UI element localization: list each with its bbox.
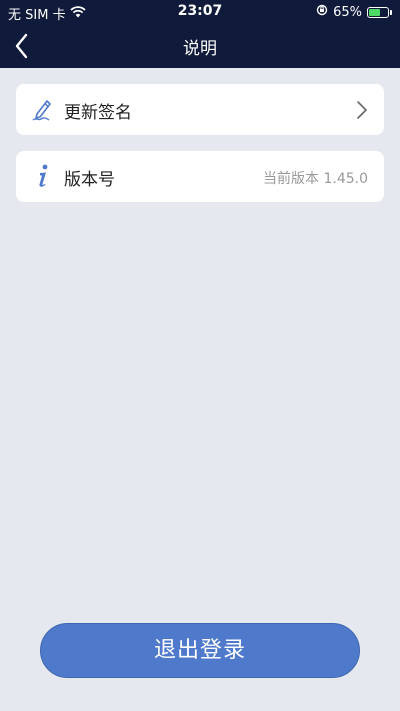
logout-button[interactable]: 退出登录 (40, 623, 360, 678)
chevron-right-icon (356, 100, 368, 120)
version-value: 当前版本 1.45.0 (263, 171, 368, 187)
battery-icon (367, 6, 389, 18)
status-bar: 无 SIM 卡 23:07 65% (0, 0, 400, 24)
battery-percent: 65% (333, 4, 362, 20)
version-label: 版本号 (64, 170, 115, 190)
battery-cap (390, 9, 392, 15)
nav-row: 说明 (0, 24, 400, 68)
version-item: 版本号 当前版本 1.45.0 (16, 151, 384, 202)
header-bar: 无 SIM 卡 23:07 65% 说明 (0, 0, 400, 68)
update-signature-item[interactable]: 更新签名 (16, 84, 384, 135)
info-icon (30, 163, 56, 189)
signature-pen-icon (30, 96, 56, 122)
page-title: 说明 (183, 39, 217, 59)
orientation-lock-icon (316, 4, 328, 20)
update-signature-label: 更新签名 (64, 103, 132, 123)
battery-fill (369, 8, 380, 16)
